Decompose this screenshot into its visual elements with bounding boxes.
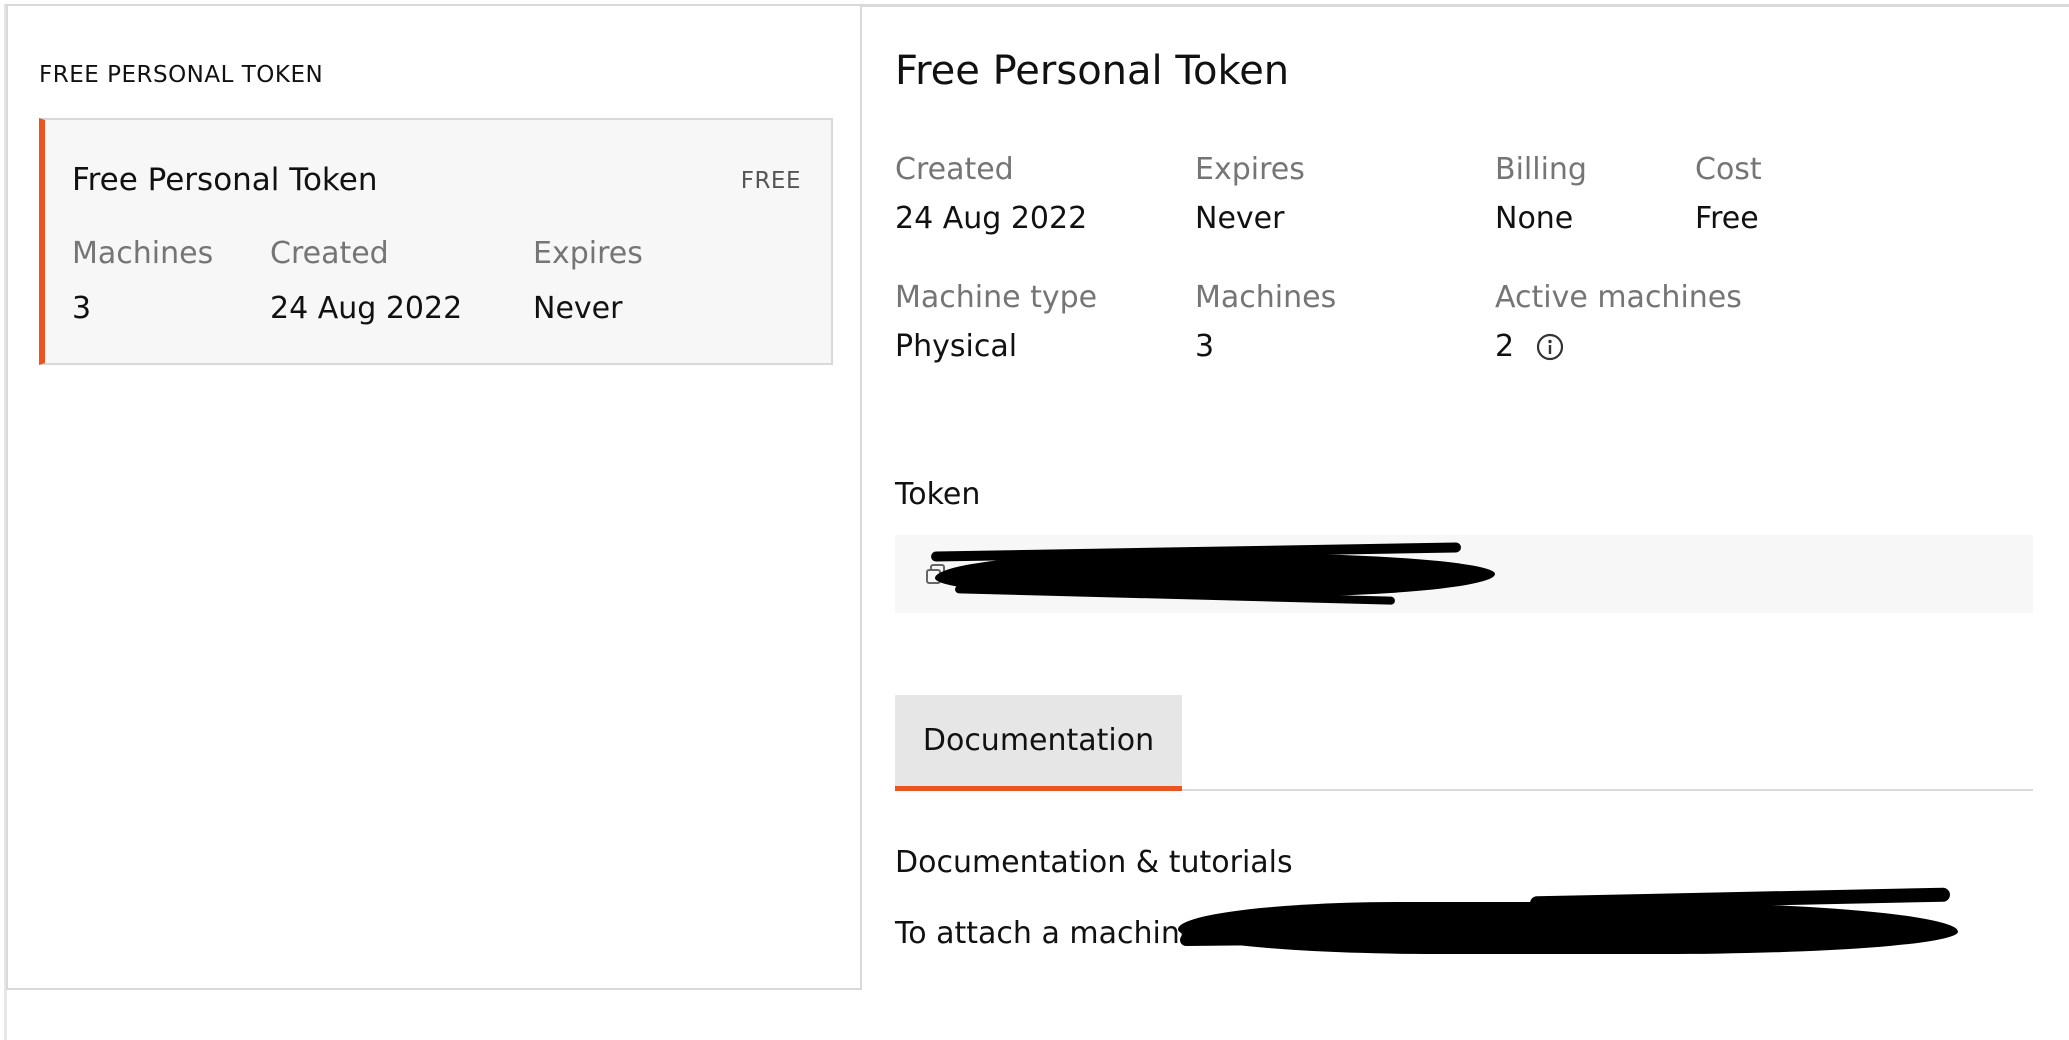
detail-created: Created 24 Aug 2022: [895, 152, 1087, 236]
docs-text-value: To attach a machine: [895, 916, 1199, 951]
token-card-machines-label: Machines: [72, 236, 214, 271]
detail-machine-type: Machine type Physical: [895, 280, 1097, 364]
detail-machine-type-label: Machine type: [895, 280, 1098, 315]
token-card-title: Free Personal Token: [72, 162, 378, 198]
token-detail-title: Free Personal Token: [895, 48, 1290, 94]
detail-machines-label: Machines: [1195, 280, 1337, 315]
detail-billing-value: None: [1495, 201, 1574, 236]
detail-expires-value: Never: [1195, 201, 1285, 236]
token-card-machines: Machines 3: [72, 236, 213, 326]
detail-machines-value: 3: [1195, 329, 1215, 364]
detail-expires: Expires Never: [1195, 152, 1305, 236]
token-card-badge: FREE: [740, 168, 801, 194]
token-card-created-label: Created: [270, 236, 389, 271]
detail-created-label: Created: [895, 152, 1014, 187]
detail-billing: Billing None: [1495, 152, 1587, 236]
tab-documentation[interactable]: Documentation: [895, 695, 1182, 791]
token-value-field[interactable]: [895, 535, 2033, 613]
detail-active-machines-value: 2: [1495, 329, 1515, 364]
docs-heading: Documentation & tutorials: [895, 845, 1293, 880]
detail-active-machines-row: 2: [1495, 329, 1742, 364]
tab-bar: Documentation: [895, 695, 2033, 791]
token-card-expires-value: Never: [533, 291, 623, 326]
detail-cost-label: Cost: [1695, 152, 1762, 187]
token-list-panel: FREE PERSONAL TOKEN Free Personal Token …: [6, 6, 862, 990]
detail-machine-type-value: Physical: [895, 329, 1018, 364]
token-card-created: Created 24 Aug 2022: [270, 236, 462, 326]
info-icon[interactable]: [1536, 333, 1564, 361]
token-card-free-personal[interactable]: Free Personal Token FREE Machines 3 Crea…: [39, 118, 833, 365]
detail-billing-label: Billing: [1495, 152, 1587, 187]
token-list-heading: FREE PERSONAL TOKEN: [39, 62, 324, 88]
detail-cost: Cost Free: [1695, 152, 1762, 236]
detail-machines: Machines 3: [1195, 280, 1336, 364]
docs-text: To attach a machine: [895, 916, 1198, 951]
detail-expires-label: Expires: [1195, 152, 1305, 187]
detail-active-machines-label: Active machines: [1495, 280, 1742, 315]
token-card-created-value: 24 Aug 2022: [270, 291, 463, 326]
detail-created-value: 24 Aug 2022: [895, 201, 1088, 236]
token-card-expires-label: Expires: [533, 236, 643, 271]
detail-cost-value: Free: [1695, 201, 1759, 236]
detail-active-machines: Active machines 2: [1495, 280, 1742, 364]
token-card-machines-value: 3: [72, 291, 92, 326]
token-heading: Token: [895, 477, 981, 512]
token-card-expires: Expires Never: [533, 236, 643, 326]
